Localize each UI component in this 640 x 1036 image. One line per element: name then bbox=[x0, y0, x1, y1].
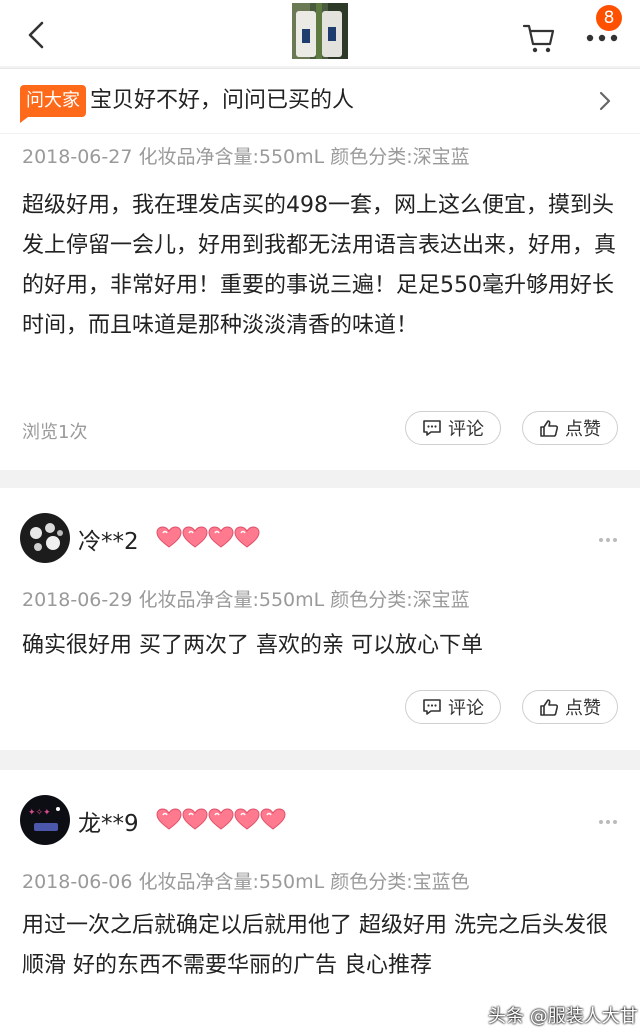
top-nav: 8 bbox=[0, 0, 640, 66]
review-content: 超级好用，我在理发店买的498一套，网上这么便宜，摸到头发上停留一会儿，好用到我… bbox=[22, 193, 617, 338]
heart-icon bbox=[234, 808, 260, 830]
like-label: 点赞 bbox=[565, 698, 601, 719]
avatar[interactable]: ✦✧✦ bbox=[20, 795, 70, 845]
more-options-icon[interactable] bbox=[598, 536, 618, 544]
like-label: 点赞 bbox=[565, 419, 601, 440]
username: 冷**2 bbox=[78, 529, 139, 555]
watermark: 头条 @服装人大甘 bbox=[488, 1006, 638, 1027]
like-button[interactable]: 点赞 bbox=[522, 411, 618, 445]
heart-icon bbox=[182, 808, 208, 830]
more-icon[interactable] bbox=[585, 28, 619, 48]
review-content: 确实很好用 买了两次了 喜欢的亲 可以放心下单 bbox=[22, 633, 483, 658]
comment-label: 评论 bbox=[448, 419, 484, 440]
heart-icon bbox=[208, 526, 234, 548]
comment-icon bbox=[423, 699, 441, 715]
review-meta: 2018-06-27 化妆品净含量:550mL 颜色分类:深宝蓝 bbox=[22, 146, 470, 168]
comment-button[interactable]: 评论 bbox=[405, 690, 501, 724]
back-arrow-icon[interactable] bbox=[22, 20, 52, 50]
heart-icon bbox=[156, 526, 182, 548]
review-page: 8 问大家 宝贝好不好，问问已买的人 2018-06-27 化妆品净含量:550… bbox=[0, 0, 640, 1036]
review-meta: 2018-06-06 化妆品净含量:550mL 颜色分类:宝蓝色 bbox=[22, 871, 470, 893]
heart-icon bbox=[260, 808, 286, 830]
review-meta: 2018-06-29 化妆品净含量:550mL 颜色分类:深宝蓝 bbox=[22, 589, 470, 611]
comment-button[interactable]: 评论 bbox=[405, 411, 501, 445]
review-card: 2018-06-27 化妆品净含量:550mL 颜色分类:深宝蓝 超级好用，我在… bbox=[0, 134, 640, 470]
notification-badge: 8 bbox=[596, 5, 622, 31]
view-count: 浏览1次 bbox=[22, 422, 88, 443]
svg-text:✦✧✦: ✦✧✦ bbox=[28, 808, 51, 818]
username: 龙**9 bbox=[78, 811, 139, 837]
product-thumbnail[interactable] bbox=[292, 3, 348, 59]
more-options-icon[interactable] bbox=[598, 818, 618, 826]
cart-icon[interactable] bbox=[522, 22, 556, 54]
user-level-hearts bbox=[156, 808, 286, 830]
chevron-right-icon bbox=[599, 91, 611, 111]
ask-everyone-tag: 问大家 bbox=[20, 85, 86, 123]
comment-icon bbox=[423, 420, 441, 436]
avatar[interactable] bbox=[20, 513, 70, 563]
thumbs-up-icon bbox=[540, 420, 559, 437]
user-level-hearts bbox=[156, 526, 260, 548]
review-card: ✦✧✦ 龙**9 2018-06-06 化妆品净含量:550mL 颜色分类:宝蓝… bbox=[0, 770, 640, 1036]
heart-icon bbox=[234, 526, 260, 548]
heart-icon bbox=[182, 526, 208, 548]
review-card: 冷**2 2018-06-29 化妆品净含量:550mL 颜色分类:深宝蓝 确实… bbox=[0, 488, 640, 750]
comment-label: 评论 bbox=[448, 698, 484, 719]
ask-everyone-bar[interactable]: 问大家 宝贝好不好，问问已买的人 bbox=[0, 68, 640, 133]
heart-icon bbox=[156, 808, 182, 830]
thumbs-up-icon bbox=[540, 699, 559, 716]
review-content: 用过一次之后就确定以后就用他了 超级好用 洗完之后头发很顺滑 好的东西不需要华丽… bbox=[22, 913, 608, 978]
heart-icon bbox=[208, 808, 234, 830]
like-button[interactable]: 点赞 bbox=[522, 690, 618, 724]
ask-everyone-text: 宝贝好不好，问问已买的人 bbox=[90, 88, 355, 113]
